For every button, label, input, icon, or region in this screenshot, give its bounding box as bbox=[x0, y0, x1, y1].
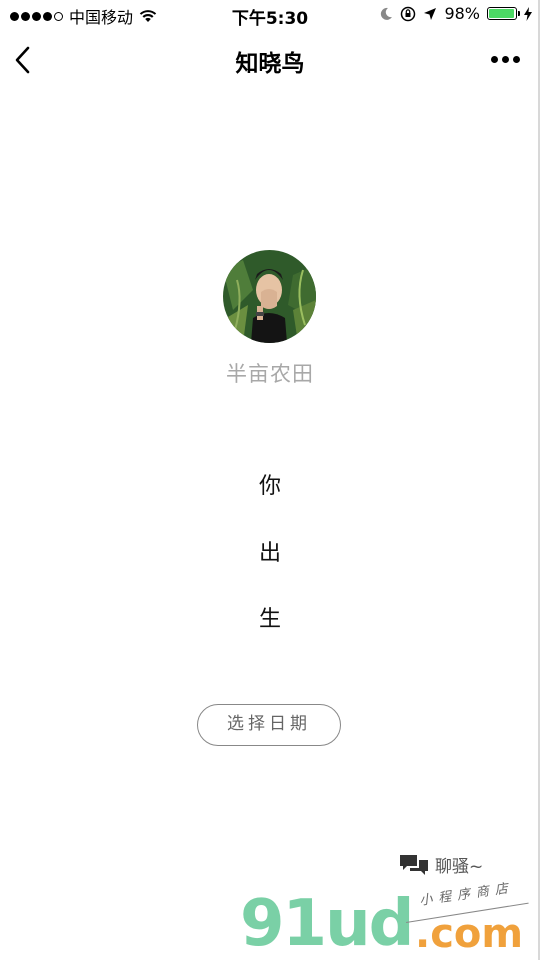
status-bar: 中国移动 下午5:30 98% bbox=[0, 0, 540, 30]
more-options-button[interactable] bbox=[489, 54, 522, 65]
more-dot bbox=[491, 56, 498, 63]
orientation-lock-icon bbox=[401, 6, 416, 21]
avatar-photo bbox=[223, 250, 316, 343]
select-date-button[interactable]: 选择日期 bbox=[197, 704, 341, 746]
username: 半亩农田 bbox=[226, 362, 314, 386]
prompt-line: 生 bbox=[258, 607, 281, 632]
status-right: 98% bbox=[379, 4, 532, 23]
watermark-subtitle: 小程序商店 bbox=[418, 880, 515, 909]
prompt-line: 你 bbox=[258, 474, 281, 499]
more-dot bbox=[513, 56, 520, 63]
battery-percent: 98% bbox=[444, 4, 480, 23]
chat-link[interactable]: 聊骚~ bbox=[399, 852, 483, 877]
moon-icon bbox=[381, 7, 393, 20]
more-dot bbox=[502, 56, 509, 63]
watermark-suffix: .com bbox=[415, 911, 524, 957]
page-title: 知晓鸟 bbox=[235, 51, 305, 77]
battery-icon bbox=[487, 7, 520, 20]
app-screen: 中国移动 下午5:30 98% 知晓鸟 半亩农田 你 出 生 选择日期 聊骚~ … bbox=[0, 0, 540, 960]
navigation-bar: 知晓鸟 bbox=[0, 30, 540, 92]
charging-bolt-icon bbox=[524, 6, 532, 21]
prompt-line: 出 bbox=[258, 541, 281, 566]
avatar bbox=[223, 250, 316, 343]
watermark-logo: 91ud 小程序商店 .com bbox=[240, 881, 540, 960]
chat-bubbles-icon bbox=[400, 854, 428, 875]
chat-label: 聊骚~ bbox=[435, 857, 484, 877]
location-arrow-icon bbox=[424, 7, 437, 20]
watermark-main: 91ud bbox=[240, 887, 414, 960]
